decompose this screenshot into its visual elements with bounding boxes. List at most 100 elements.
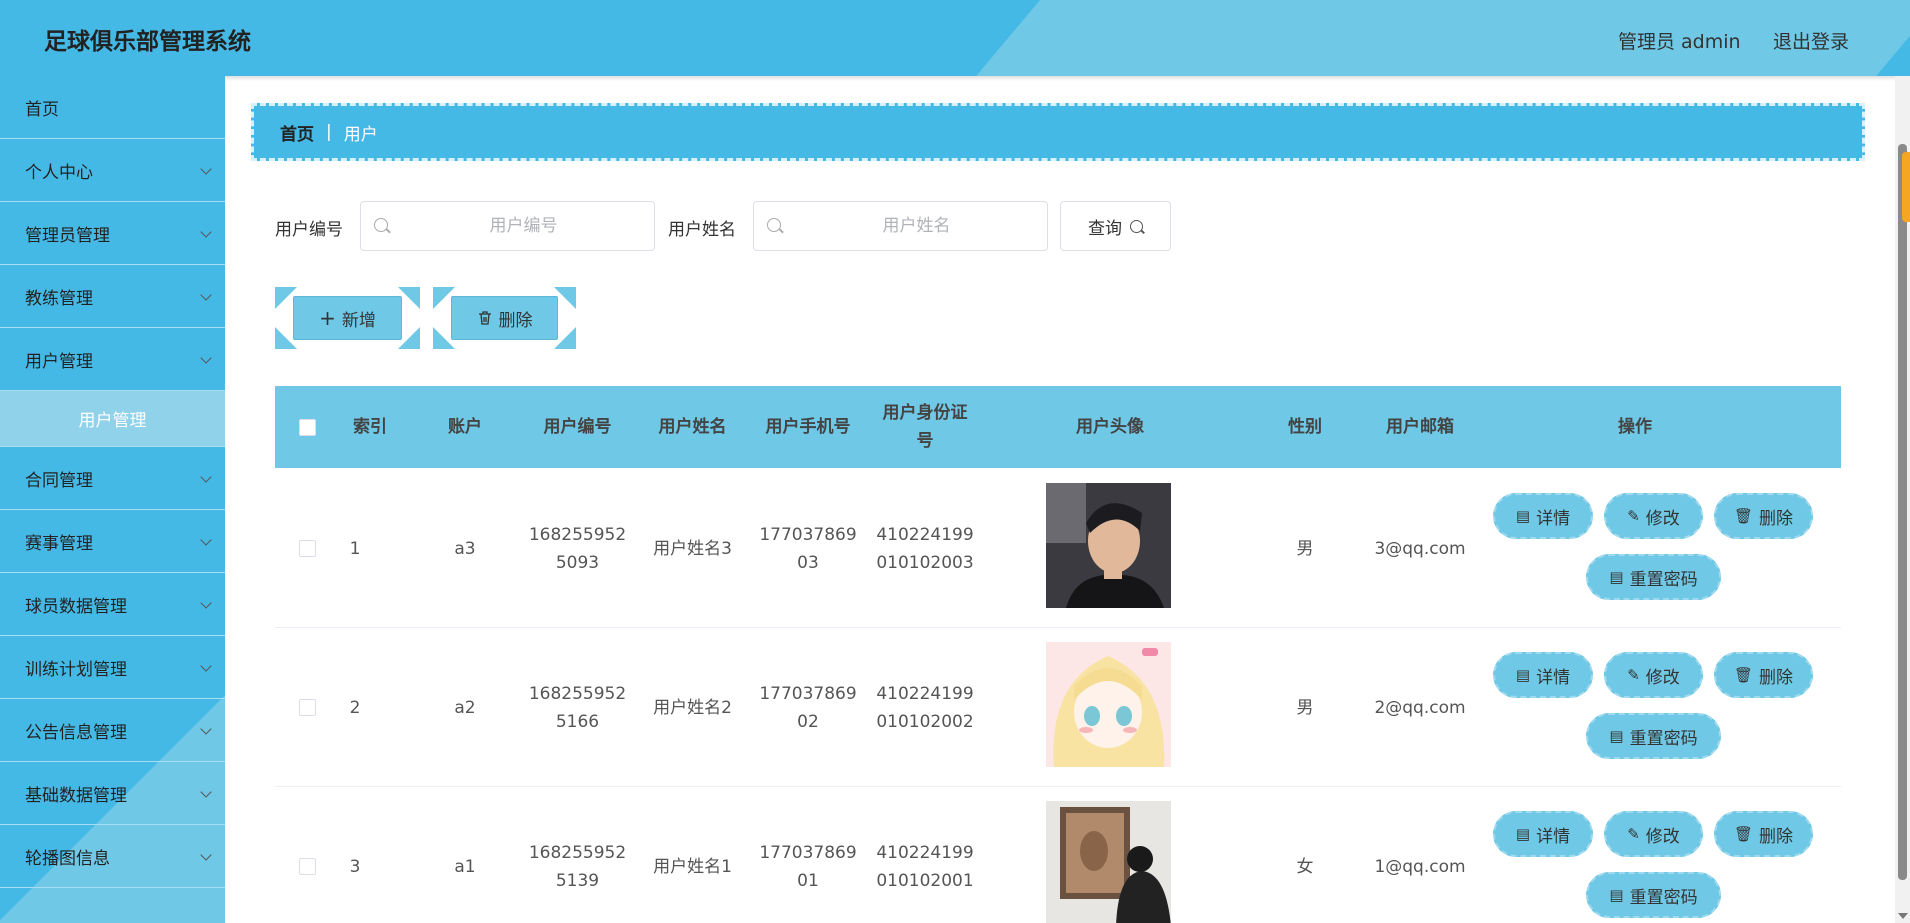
trash-icon: [478, 311, 491, 325]
row-checkbox[interactable]: [299, 540, 316, 557]
vertical-scrollbar[interactable]: [1895, 76, 1910, 923]
sidebar-item-notices[interactable]: 公告信息管理: [0, 699, 225, 762]
chevron-down-icon: [200, 723, 212, 735]
sidebar-item-profile[interactable]: 个人中心: [0, 139, 225, 202]
cell-email: 1@qq.com: [1374, 856, 1466, 877]
add-button-label: 新增: [341, 310, 376, 331]
batch-delete-button[interactable]: 删除: [451, 296, 558, 340]
cell-line: 5093: [555, 552, 600, 573]
chevron-down-icon: [200, 163, 212, 175]
column-header: 用户身份证 号: [870, 386, 980, 468]
cell-line: 03: [797, 552, 819, 573]
cell-index: 1: [349, 538, 361, 559]
edit-icon: ✎: [1627, 666, 1640, 684]
reset-password-button[interactable]: ▤ 重置密码: [1586, 554, 1721, 600]
detail-button-label: 详情: [1536, 667, 1571, 688]
sidebar-item-admins[interactable]: 管理员管理: [0, 202, 225, 265]
cell-index: 3: [349, 856, 361, 877]
breadcrumb-home[interactable]: 首页: [280, 120, 314, 145]
edit-button-label: 修改: [1645, 826, 1680, 847]
search-name-field: [753, 201, 1048, 251]
row-checkbox[interactable]: [299, 858, 316, 875]
cell-email: 3@qq.com: [1374, 538, 1466, 559]
column-header-line: 用户身份证: [882, 403, 968, 423]
document-icon: ▤: [1609, 568, 1624, 586]
sidebar-item-matches[interactable]: 赛事管理: [0, 510, 225, 573]
detail-button-label: 详情: [1536, 826, 1571, 847]
cell-line: 5166: [555, 711, 600, 732]
table-row: 1 a3 168255952 5093 用户姓名3 177037869 03 410…: [275, 469, 1841, 628]
cell-phone: 177037869 02: [753, 628, 863, 787]
column-header: 操作: [1618, 417, 1652, 437]
search-icon: [374, 218, 388, 232]
cell-id-number: 410224199 010102003: [870, 469, 980, 628]
sidebar-item-users[interactable]: 用户管理: [0, 328, 225, 391]
sidebar-item-label: 用户管理: [25, 351, 93, 372]
detail-button[interactable]: ▤ 详情: [1493, 811, 1593, 857]
delete-button[interactable]: 🗑 删除: [1714, 652, 1813, 698]
cell-line: 5139: [555, 870, 600, 891]
sidebar-item-label: 基础数据管理: [25, 785, 127, 806]
cell-line: 177037869: [759, 683, 857, 704]
sidebar-item-coaches[interactable]: 教练管理: [0, 265, 225, 328]
sidebar-item-label: 赛事管理: [25, 533, 93, 554]
chevron-down-icon: [200, 352, 212, 364]
column-header: 用户手机号: [765, 417, 851, 437]
delete-button[interactable]: 🗑 删除: [1714, 811, 1813, 857]
sidebar-item-label: 训练计划管理: [25, 659, 127, 680]
search-name-label: 用户姓名: [668, 220, 736, 240]
row-checkbox[interactable]: [299, 699, 316, 716]
search-code-input[interactable]: [401, 202, 646, 250]
cell-id-number: 410224199 010102002: [870, 628, 980, 787]
sidebar-item-player-data[interactable]: 球员数据管理: [0, 573, 225, 636]
query-button[interactable]: 查询: [1060, 201, 1171, 251]
logout-link[interactable]: 退出登录: [1773, 27, 1849, 54]
select-all-checkbox[interactable]: [299, 419, 316, 436]
chevron-down-icon: [200, 226, 212, 238]
reset-password-button[interactable]: ▤ 重置密码: [1586, 713, 1721, 759]
chevron-down-icon: [200, 289, 212, 301]
reset-password-label: 重置密码: [1629, 569, 1698, 590]
cell-gender: 男: [1296, 538, 1314, 559]
detail-button[interactable]: ▤ 详情: [1493, 493, 1593, 539]
edit-button[interactable]: ✎ 修改: [1604, 811, 1703, 857]
avatar: [1046, 642, 1171, 767]
app-title: 足球俱乐部管理系统: [44, 29, 251, 55]
cell-id-number: 410224199 010102001: [870, 787, 980, 923]
cell-phone: 177037869 03: [753, 469, 863, 628]
detail-button[interactable]: ▤ 详情: [1493, 652, 1593, 698]
trash-icon: 🗑: [1733, 507, 1754, 525]
sidebar: 首页 个人中心 管理员管理 教练管理 用户管理 用户管理 合同管理 赛事管理 球…: [0, 76, 225, 923]
delete-button[interactable]: 🗑 删除: [1714, 493, 1813, 539]
edit-button[interactable]: ✎ 修改: [1604, 652, 1703, 698]
add-button-wrap: + 新增: [275, 287, 420, 349]
chevron-down-icon: [200, 786, 212, 798]
sidebar-subitem-users[interactable]: 用户管理: [0, 391, 225, 447]
chevron-down-icon: [200, 660, 212, 672]
sidebar-item-base-data[interactable]: 基础数据管理: [0, 762, 225, 825]
sidebar-item-contracts[interactable]: 合同管理: [0, 447, 225, 510]
cell-account: a1: [454, 856, 476, 877]
plus-icon: +: [319, 306, 336, 330]
cell-user-code: 168255952 5166: [525, 628, 630, 787]
sidebar-item-carousel[interactable]: 轮播图信息: [0, 825, 225, 888]
reset-password-label: 重置密码: [1629, 887, 1698, 908]
reset-password-button[interactable]: ▤ 重置密码: [1586, 872, 1721, 918]
edit-button[interactable]: ✎ 修改: [1604, 493, 1703, 539]
cell-line: 168255952: [528, 524, 627, 545]
edit-icon: ✎: [1627, 507, 1640, 525]
scroll-down-arrow-icon[interactable]: [1898, 913, 1908, 919]
sidebar-item-home[interactable]: 首页: [0, 76, 225, 139]
search-code-field: [360, 201, 655, 251]
sidebar-item-label: 合同管理: [25, 470, 93, 491]
search-name-input[interactable]: [794, 202, 1039, 250]
sidebar-item-label: 轮播图信息: [25, 848, 110, 869]
scrollbar-thumb[interactable]: [1898, 144, 1907, 880]
sidebar-item-training[interactable]: 训练计划管理: [0, 636, 225, 699]
cell-line: 168255952: [528, 842, 627, 863]
column-header: 账户: [448, 417, 482, 437]
add-button[interactable]: + 新增: [293, 296, 402, 340]
delete-button-wrap: 删除: [433, 287, 576, 349]
edit-button-label: 修改: [1645, 508, 1680, 529]
sidebar-item-label: 个人中心: [25, 162, 93, 183]
